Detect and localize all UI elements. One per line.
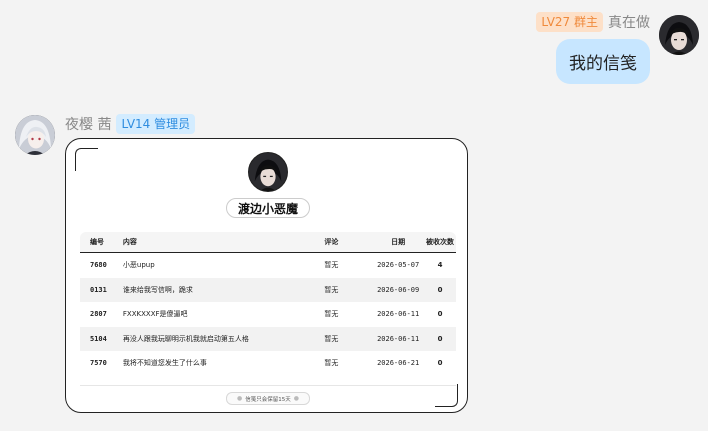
row-date: 2026-06-11 bbox=[377, 334, 420, 343]
header-content: 内容 bbox=[122, 238, 137, 246]
row-count: 0 bbox=[437, 310, 443, 319]
self-message-bubble[interactable]: 我的信笺 bbox=[556, 39, 650, 84]
other-message-meta: 夜樱 茜 LV14 管理员 bbox=[65, 114, 196, 134]
row-id: 5104 bbox=[90, 334, 107, 343]
self-nickname[interactable]: 真在做 bbox=[608, 12, 650, 32]
row-id: 2807 bbox=[90, 310, 107, 319]
row-content: 我将不知道您发生了什么事 bbox=[122, 359, 207, 368]
row-count: 0 bbox=[437, 285, 443, 294]
row-date: 2026-06-21 bbox=[377, 359, 420, 368]
table-header: 编号 内容 评论 日期 被收次数 bbox=[80, 232, 456, 253]
card-corner-decoration bbox=[435, 384, 458, 407]
owner-level-badge: LV27 群主 bbox=[536, 12, 603, 32]
row-id: 0131 bbox=[90, 285, 107, 294]
row-date: 2026-06-09 bbox=[377, 285, 420, 294]
row-date: 2026-06-11 bbox=[377, 310, 420, 319]
other-avatar[interactable] bbox=[15, 115, 55, 155]
row-count: 0 bbox=[437, 359, 443, 368]
card-corner-decoration bbox=[75, 148, 98, 171]
header-review: 评论 bbox=[324, 238, 339, 246]
bullet-icon: ● bbox=[237, 395, 243, 402]
row-id: 7570 bbox=[90, 359, 107, 368]
row-count: 0 bbox=[437, 334, 443, 343]
row-count: 4 bbox=[437, 261, 443, 270]
card-divider bbox=[80, 385, 456, 386]
table-row: 2807 FXXKXXXF是傻逼吧 暂无 2026-06-11 0 bbox=[80, 302, 456, 327]
row-review: 暂无 bbox=[324, 334, 339, 343]
table-row: 7680 小恶upup 暂无 2026-05-07 4 bbox=[80, 253, 456, 278]
row-review: 暂无 bbox=[324, 285, 339, 294]
letters-table: 编号 内容 评论 日期 被收次数 7680 小恶upup 暂无 2026-05-… bbox=[80, 232, 456, 376]
other-nickname[interactable]: 夜樱 茜 bbox=[65, 114, 111, 134]
row-content: 小恶upup bbox=[122, 261, 155, 270]
admin-level-badge: LV14 管理员 bbox=[116, 114, 196, 134]
row-date: 2026-05-07 bbox=[377, 261, 420, 270]
row-content: 谁来给我写信啊，跪求 bbox=[122, 285, 193, 294]
retention-notice: ● 信笺只会保留15天 ● bbox=[226, 392, 310, 405]
row-review: 暂无 bbox=[324, 261, 339, 270]
row-review: 暂无 bbox=[324, 310, 339, 319]
self-message-meta: LV27 群主 真在做 bbox=[536, 12, 650, 32]
row-content: 再没人跟我玩聊明示机我就启动第五人格 bbox=[122, 334, 249, 343]
card-user-avatar bbox=[248, 152, 288, 192]
header-date: 日期 bbox=[391, 238, 406, 246]
table-row: 0131 谁来给我写信啊，跪求 暂无 2026-06-09 0 bbox=[80, 277, 456, 302]
table-row: 5104 再没人跟我玩聊明示机我就启动第五人格 暂无 2026-06-11 0 bbox=[80, 326, 456, 351]
table-row: 7570 我将不知道您发生了什么事 暂无 2026-06-21 0 bbox=[80, 351, 456, 376]
header-count: 被收次数 bbox=[426, 238, 455, 246]
row-content: FXXKXXXF是傻逼吧 bbox=[122, 310, 188, 319]
row-id: 7680 bbox=[90, 261, 107, 270]
letter-card[interactable]: 渡边小恶魔 编号 内容 评论 日期 被收次数 7680 小恶upup 暂无 20… bbox=[65, 138, 468, 413]
row-review: 暂无 bbox=[324, 359, 339, 368]
header-id: 编号 bbox=[90, 238, 104, 246]
self-avatar[interactable] bbox=[659, 15, 699, 55]
retention-notice-text: 信笺只会保留15天 bbox=[245, 396, 291, 403]
bullet-icon: ● bbox=[293, 395, 299, 402]
card-username: 渡边小恶魔 bbox=[226, 198, 310, 218]
